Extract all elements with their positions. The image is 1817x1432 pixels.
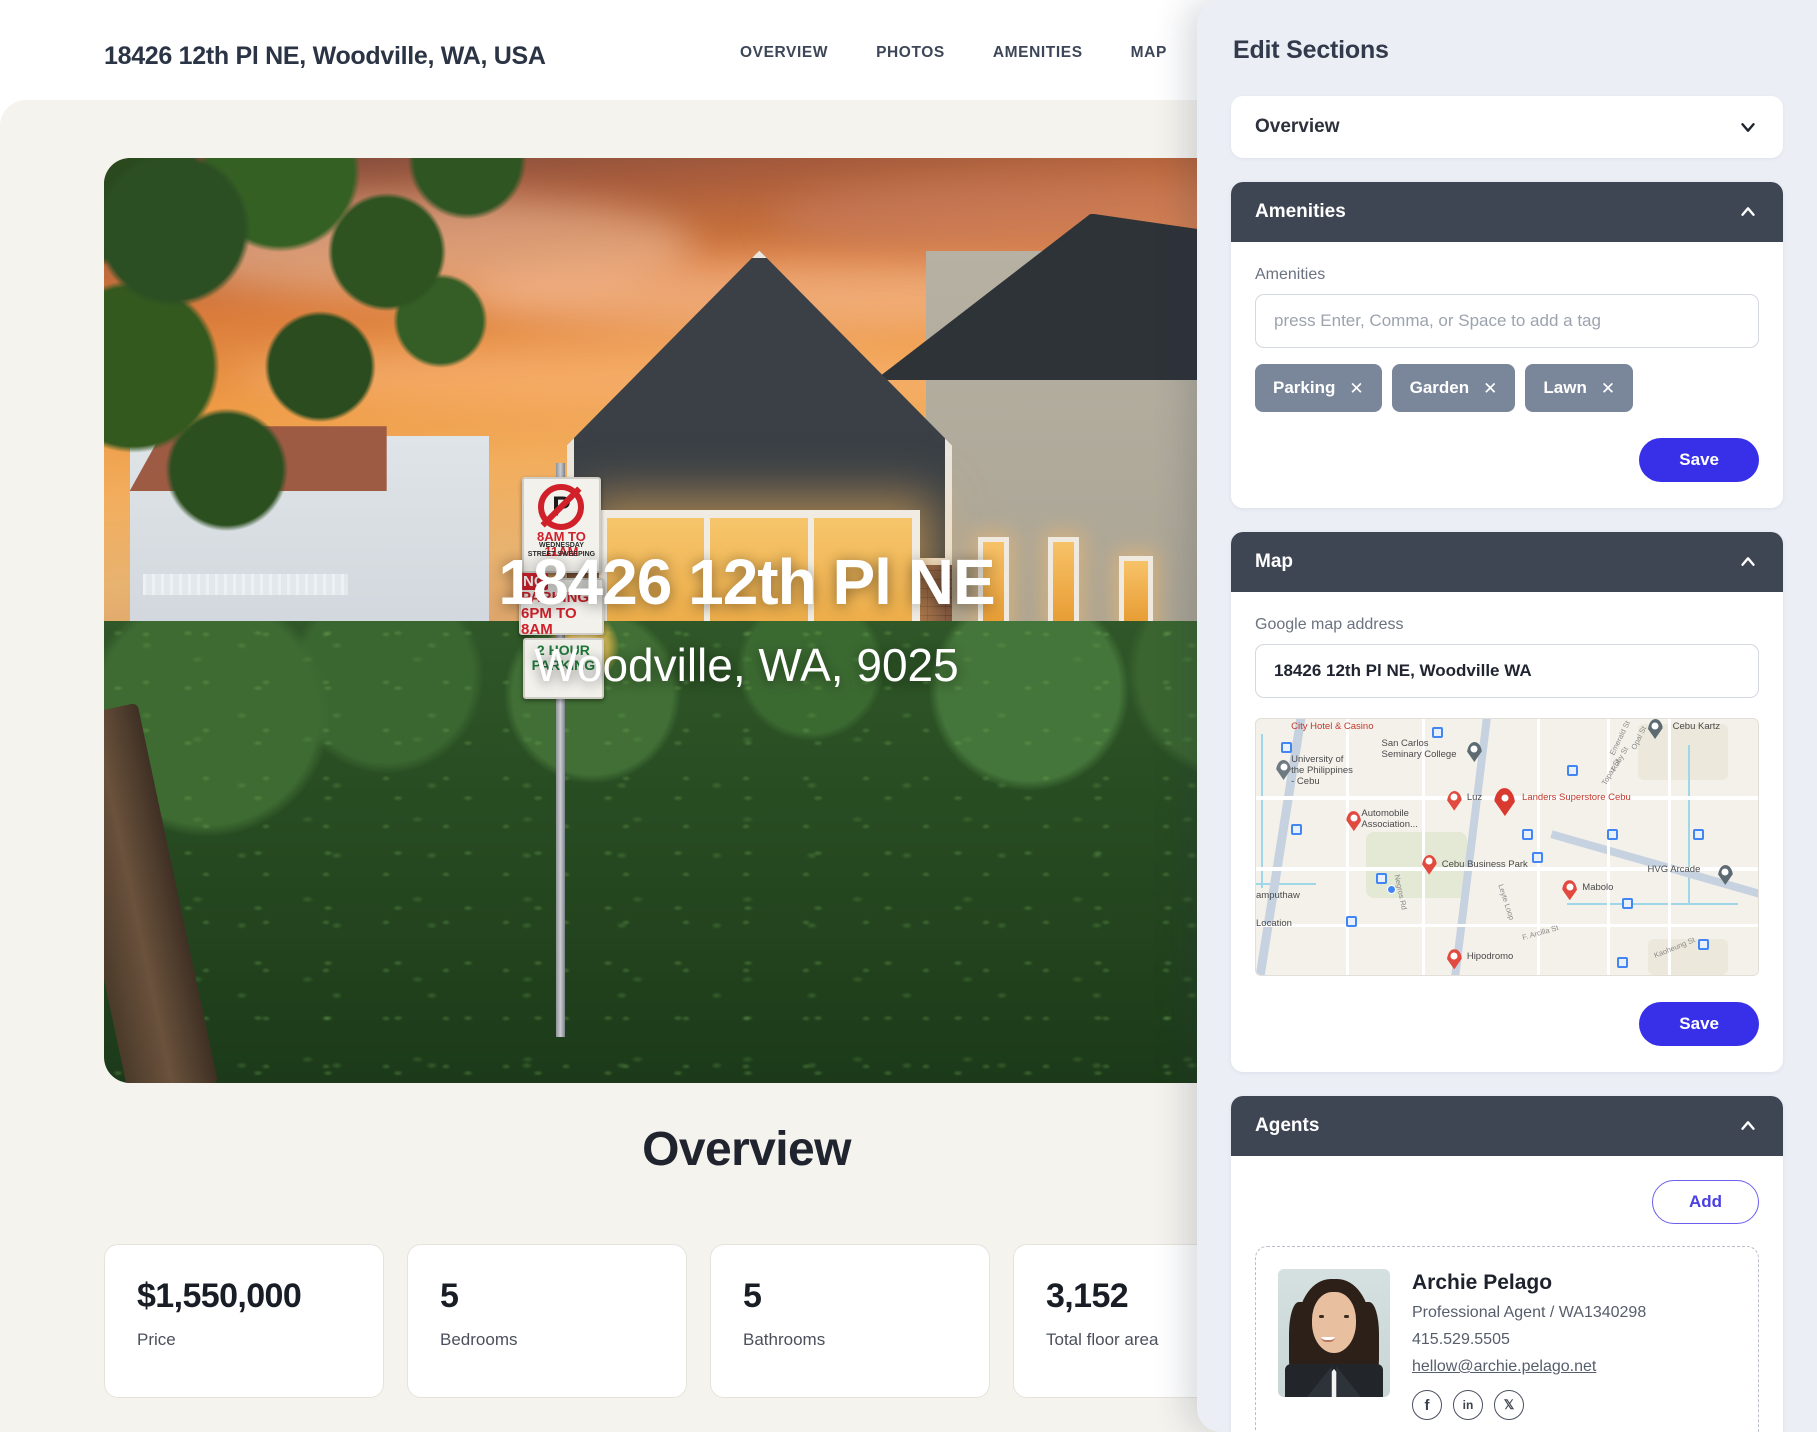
map-address-input[interactable] (1255, 644, 1759, 698)
agent-phone: 415.529.5505 (1412, 1331, 1510, 1348)
map-label: Location (1256, 917, 1292, 929)
x-icon[interactable]: 𝕏 (1494, 1390, 1524, 1420)
amenities-header-label: Amenities (1255, 201, 1346, 222)
agent-name: Archie Pelago (1412, 1271, 1553, 1294)
map-label: University of the Philippines - Cebu (1291, 753, 1353, 787)
nav-item-amenities[interactable]: AMENITIES (993, 44, 1083, 62)
facebook-icon[interactable]: f (1412, 1390, 1442, 1420)
amenities-section-body: Amenities Parking ✕ Garden ✕ Lawn (1231, 242, 1783, 508)
nav-item-overview[interactable]: OVERVIEW (740, 44, 828, 62)
add-agent-button[interactable]: Add (1651, 1180, 1759, 1224)
nav-item-map[interactable]: MAP (1131, 44, 1167, 62)
section-select[interactable]: Overview (1231, 96, 1783, 158)
map-label: Automobile Association... (1361, 807, 1418, 830)
stat-label: Bedrooms (440, 1330, 518, 1349)
agent-info: Archie Pelago Professional Agent / WA134… (1412, 1269, 1646, 1420)
agents-section-header[interactable]: Agents (1231, 1096, 1783, 1156)
map-section-card: Map Google map address 18426 12th Pl NE,… (1231, 532, 1783, 1072)
hero-subtitle: Woodville, WA, 9025 (534, 639, 959, 692)
app-root: 18426 12th Pl NE, Woodville, WA, USA OVE… (0, 0, 1817, 1432)
map-label: HVG Arcade (1647, 863, 1701, 875)
chevron-up-icon[interactable] (1737, 201, 1759, 223)
amenities-save-button[interactable]: Save (1639, 438, 1759, 482)
stat-label: Price (137, 1330, 176, 1349)
map-label: City Hotel & Casino (1291, 720, 1374, 732)
agents-header-label: Agents (1255, 1115, 1320, 1136)
edit-sections-panel: Edit Sections Overview Amenities Ameniti… (1197, 0, 1817, 1432)
agent-card: Archie Pelago Professional Agent / WA134… (1255, 1246, 1759, 1432)
agent-socials: f in 𝕏 (1412, 1390, 1646, 1420)
amenities-section-header[interactable]: Amenities (1231, 182, 1783, 242)
tag-label: Lawn (1543, 378, 1587, 397)
map-label: Cebu Business Park (1441, 858, 1528, 870)
close-icon[interactable]: ✕ (1349, 380, 1363, 397)
amenities-field-label: Amenities (1255, 266, 1326, 283)
chevron-down-icon (1737, 116, 1759, 138)
avatar (1278, 1269, 1390, 1397)
chevron-up-icon[interactable] (1737, 551, 1759, 573)
map-header-label: Map (1255, 551, 1293, 572)
map-label: Hipodromo (1466, 950, 1514, 962)
linkedin-icon[interactable]: in (1453, 1390, 1483, 1420)
stat-card-bathrooms: 5 Bathrooms (710, 1244, 990, 1398)
tag-label: Parking (1273, 378, 1336, 397)
agent-role: Professional Agent / WA1340298 (1412, 1304, 1647, 1321)
amenities-tag-input[interactable] (1255, 294, 1759, 348)
agents-section-body: Add Archie Pelago Professional Agent / W… (1231, 1156, 1783, 1432)
agent-email[interactable]: hellow@archie.pelago.net (1412, 1358, 1646, 1376)
tag-chip[interactable]: Garden ✕ (1391, 364, 1516, 412)
amenities-section-card: Amenities Amenities Parking ✕ Gard (1231, 182, 1783, 508)
stat-card-bedrooms: 5 Bedrooms (407, 1244, 687, 1398)
map-label: Cebu Kartz (1672, 720, 1721, 732)
stat-value: 5 (743, 1277, 762, 1315)
tag-label: Garden (1409, 378, 1470, 397)
map-thumbnail[interactable]: City Hotel & Casino Cebu Kartz San Carlo… (1255, 718, 1759, 976)
chevron-up-icon[interactable] (1737, 1115, 1759, 1137)
site-nav: OVERVIEW PHOTOS AMENITIES MAP CO (740, 44, 1239, 62)
close-icon[interactable]: ✕ (1483, 380, 1497, 397)
tag-chip[interactable]: Lawn ✕ (1525, 364, 1634, 412)
page-title: 18426 12th Pl NE, Woodville, WA, USA (104, 41, 546, 70)
panel-title: Edit Sections (1233, 36, 1389, 64)
map-label: San Carlos Seminary College (1381, 738, 1457, 761)
stat-card-price: $1,550,000 Price (104, 1244, 384, 1398)
stat-label: Bathrooms (743, 1330, 826, 1349)
close-icon[interactable]: ✕ (1601, 380, 1615, 397)
map-address-label: Google map address (1255, 616, 1404, 633)
hero-title: 18426 12th Pl NE (498, 545, 995, 618)
map-label: Mabolo (1582, 881, 1614, 893)
tag-chip[interactable]: Parking ✕ (1255, 364, 1382, 412)
agents-section-card: Agents Add Archie Pelago Professional Ag… (1231, 1096, 1783, 1432)
amenities-tag-list: Parking ✕ Garden ✕ Lawn ✕ (1255, 364, 1759, 412)
nav-item-photos[interactable]: PHOTOS (876, 44, 945, 62)
map-section-body: Google map address 18426 12th Pl NE, Woo… (1231, 592, 1783, 1072)
map-save-button[interactable]: Save (1639, 1002, 1759, 1046)
stat-value: $1,550,000 (137, 1277, 302, 1315)
map-label: Landers Superstore Cebu (1522, 792, 1631, 804)
section-select-value: Overview (1255, 116, 1340, 137)
map-label: amputhaw (1256, 889, 1300, 901)
stat-value: 5 (440, 1277, 459, 1315)
map-label: Luz (1466, 792, 1483, 804)
panel-scroll-area[interactable]: Overview Amenities Amenities press Enter… (1197, 96, 1817, 1432)
overview-stats: $1,550,000 Price 5 Bedrooms 5 Bathrooms … (104, 1244, 1293, 1398)
map-section-header[interactable]: Map (1231, 532, 1783, 592)
